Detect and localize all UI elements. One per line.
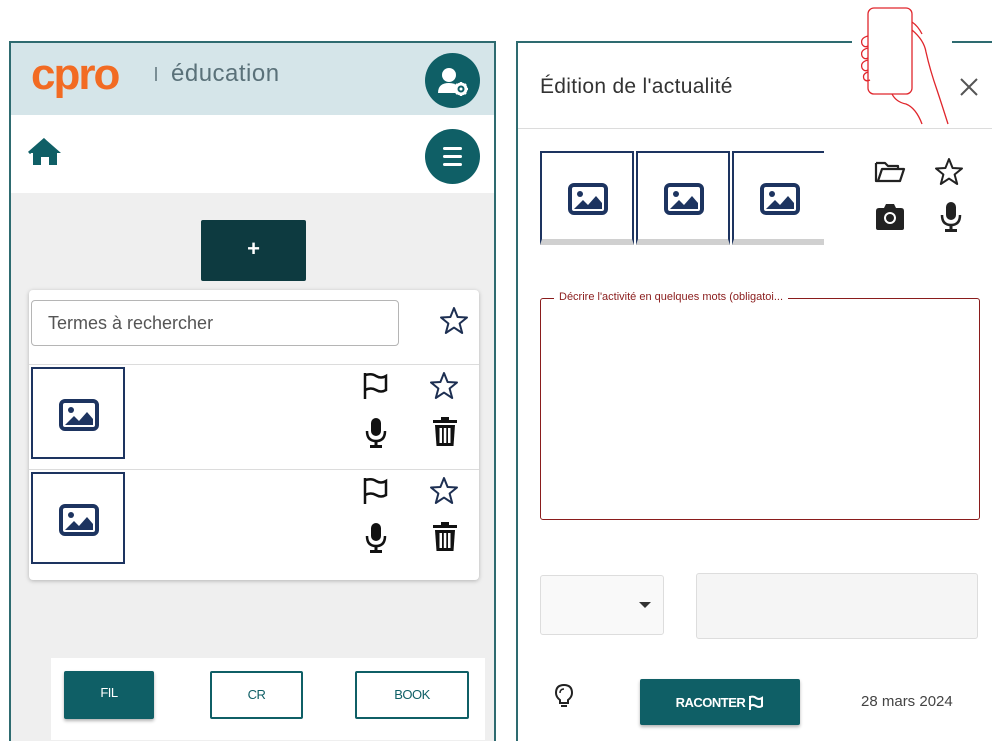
image-icon (59, 399, 99, 431)
star-icon[interactable] (934, 157, 964, 187)
image-icon (59, 504, 99, 536)
camera-icon[interactable] (874, 203, 906, 231)
category-select[interactable] (540, 575, 664, 635)
user-gear-icon (438, 68, 468, 96)
user-settings-button[interactable] (425, 53, 480, 108)
microphone-icon[interactable] (940, 201, 962, 233)
search-card (29, 290, 479, 580)
folder-open-icon[interactable] (874, 159, 906, 185)
raconter-button[interactable]: RACONTER (640, 679, 800, 725)
media-slot[interactable] (732, 151, 824, 245)
star-icon[interactable] (439, 306, 469, 336)
add-button[interactable]: + (201, 220, 306, 281)
search-input[interactable] (31, 300, 399, 346)
media-slot[interactable] (636, 151, 730, 245)
tab-fil[interactable]: FIL (64, 671, 154, 719)
description-textarea[interactable] (540, 298, 980, 520)
cpro-logo: cpro (31, 50, 120, 99)
hamburger-menu-icon (443, 147, 462, 166)
edit-panel: Édition de l'actualité Décrire l'activit… (516, 41, 992, 741)
image-thumbnail[interactable] (31, 367, 125, 459)
nav-bar (11, 115, 494, 193)
tab-book[interactable]: BOOK (355, 671, 469, 719)
text-input[interactable] (696, 573, 978, 639)
star-icon[interactable] (429, 371, 459, 401)
logo-separator (155, 67, 157, 81)
phone-in-hand-icon (860, 7, 949, 125)
lightbulb-icon[interactable] (554, 683, 574, 709)
image-icon (760, 183, 800, 215)
microphone-icon[interactable] (365, 522, 387, 554)
flag-icon[interactable] (361, 371, 389, 401)
tab-cr[interactable]: CR (210, 671, 303, 719)
media-slot[interactable] (540, 151, 634, 245)
bottom-tab-bar: FIL CR BOOK (51, 658, 485, 740)
close-icon[interactable] (958, 76, 980, 98)
trash-icon[interactable] (433, 417, 457, 447)
app-header: cpro éducation (11, 43, 494, 115)
trash-icon[interactable] (433, 522, 457, 552)
chevron-down-icon (639, 602, 651, 608)
image-icon (568, 183, 608, 215)
menu-button[interactable] (425, 129, 480, 184)
list-item[interactable] (29, 469, 479, 565)
list-item[interactable] (29, 364, 479, 460)
description-label: Décrire l'activité en quelques mots (obl… (554, 291, 789, 303)
phone-overlay (852, 0, 952, 128)
raconter-label: RACONTER (675, 694, 746, 710)
flag-icon (748, 695, 764, 711)
date-label: 28 mars 2024 (861, 693, 953, 710)
page-title: Édition de l'actualité (540, 75, 733, 98)
home-icon[interactable] (27, 137, 63, 167)
flag-icon[interactable] (361, 476, 389, 506)
microphone-icon[interactable] (365, 417, 387, 449)
logo-subtitle: éducation (171, 60, 280, 87)
left-panel: cpro éducation + Termes à rechercher FIL… (9, 41, 496, 741)
image-thumbnail[interactable] (31, 472, 125, 564)
star-icon[interactable] (429, 476, 459, 506)
image-icon (664, 183, 704, 215)
